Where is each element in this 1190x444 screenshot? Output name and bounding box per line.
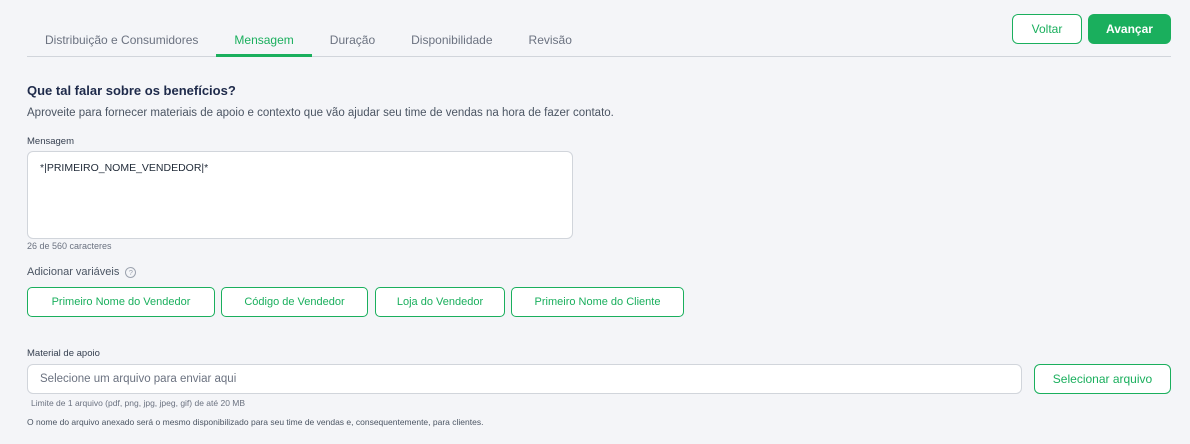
variable-chip-first-name-client[interactable]: Primeiro Nome do Cliente: [511, 287, 684, 317]
message-value: *|PRIMEIRO_NOME_VENDEDOR|*: [40, 162, 209, 174]
next-button[interactable]: Avançar: [1088, 14, 1171, 44]
file-limit-hint: Limite de 1 arquivo (pdf, png, jpg, jpeg…: [31, 398, 246, 408]
add-variables-label: Adicionar variáveis: [27, 266, 120, 278]
variable-chip-seller-store[interactable]: Loja do Vendedor: [375, 287, 505, 317]
back-button[interactable]: Voltar: [1012, 14, 1082, 44]
tab-duracao[interactable]: Duração: [312, 23, 393, 57]
section-description: Aproveite para fornecer materiais de apo…: [27, 107, 614, 119]
file-input[interactable]: Selecione um arquivo para enviar aqui: [27, 364, 1022, 394]
step-tabs: Distribuição e Consumidores Mensagem Dur…: [27, 23, 1171, 57]
tab-distribuicao[interactable]: Distribuição e Consumidores: [27, 23, 216, 57]
section-title: Que tal falar sobre os benefícios?: [27, 83, 236, 98]
file-name-hint: O nome do arquivo anexado será o mesmo d…: [27, 417, 484, 427]
character-counter: 26 de 560 caracteres: [27, 241, 112, 251]
message-label: Mensagem: [27, 136, 74, 147]
file-input-placeholder: Selecione um arquivo para enviar aqui: [40, 373, 237, 385]
variable-chip-first-name-seller[interactable]: Primeiro Nome do Vendedor: [27, 287, 215, 317]
tab-mensagem[interactable]: Mensagem: [216, 23, 312, 57]
help-icon[interactable]: ?: [125, 266, 137, 278]
support-material-label: Material de apoio: [27, 348, 100, 359]
variable-chip-seller-code[interactable]: Código de Vendedor: [221, 287, 368, 317]
message-textarea[interactable]: *|PRIMEIRO_NOME_VENDEDOR|*: [27, 151, 573, 239]
add-variables-row: Adicionar variáveis ?: [27, 266, 137, 278]
select-file-button[interactable]: Selecionar arquivo: [1034, 364, 1171, 394]
tab-disponibilidade[interactable]: Disponibilidade: [393, 23, 510, 57]
tab-revisao[interactable]: Revisão: [511, 23, 590, 57]
